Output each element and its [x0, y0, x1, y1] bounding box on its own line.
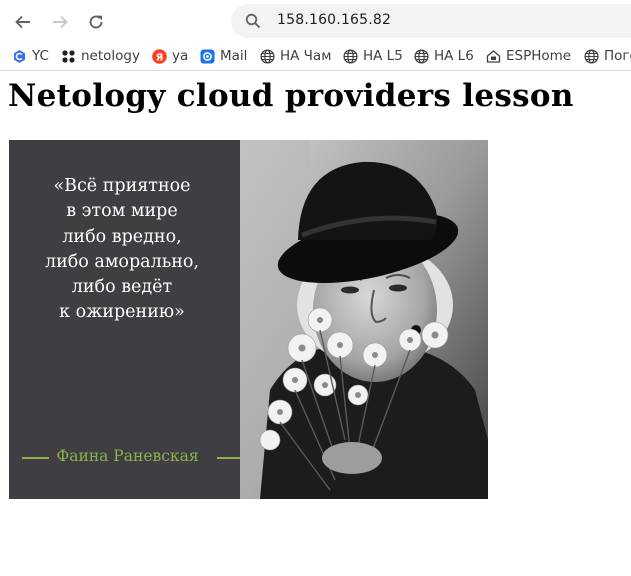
quote-line: либо ведёт [71, 277, 173, 298]
bookmark-label: HA L5 [363, 48, 403, 64]
bookmark-ya[interactable]: Я ya [152, 47, 188, 65]
globe-icon [584, 48, 599, 64]
bookmark-label: ya [172, 48, 189, 64]
back-button[interactable] [10, 9, 36, 35]
portrait-photo [240, 140, 488, 499]
bookmark-label: ESPHome [506, 48, 572, 64]
quote-line: в этом мире [66, 201, 178, 222]
reload-button[interactable] [83, 9, 109, 35]
bookmark-pogoda[interactable]: Пого [584, 47, 631, 65]
bookmark-label: YC [32, 48, 49, 64]
address-bar[interactable]: 158.160.165.82 [231, 4, 631, 38]
bookmark-label: Mail [220, 48, 248, 64]
quote-line: либо вредно, [62, 226, 182, 247]
quote-image: «Всё приятное в этом мире либо вредно, л… [9, 140, 488, 499]
bookmark-label: HA Чам [280, 48, 332, 64]
yc-icon [14, 49, 25, 63]
bookmark-label: netology [81, 48, 140, 64]
url-text[interactable]: 158.160.165.82 [277, 12, 391, 28]
author-name: Фаина Раневская [56, 447, 199, 465]
page-title: Netology cloud providers lesson [8, 78, 574, 114]
quote-line: «Всё приятное [53, 176, 191, 196]
bookmark-netology[interactable]: netology [61, 47, 140, 65]
arrow-left-icon [15, 15, 30, 29]
yandex-icon: Я [152, 48, 167, 64]
globe-icon [414, 48, 429, 64]
author-row: Фаина Раневская [20, 447, 244, 467]
bookmark-ha-l5[interactable]: HA L5 [343, 47, 403, 65]
quote-line: к ожирению» [59, 302, 185, 323]
globe-icon [343, 48, 358, 64]
reload-icon [89, 15, 103, 29]
browser-toolbar: 158.160.165.82 [0, 0, 631, 42]
bookmark-mail[interactable]: Mail [200, 47, 247, 65]
bookmark-esphome[interactable]: ESPHome [486, 47, 571, 65]
bookmark-label: Пого [604, 48, 631, 64]
netology-icon [62, 49, 75, 63]
svg-text:Я: Я [156, 52, 164, 63]
esphome-icon [486, 49, 501, 63]
mail-icon [200, 49, 215, 63]
search-icon [245, 13, 261, 29]
bookmark-yc[interactable]: YC [12, 47, 49, 65]
globe-icon [260, 48, 275, 64]
quote-text: «Всё приятное в этом мире либо вредно, л… [9, 174, 235, 326]
arrow-right-icon [53, 15, 68, 29]
bookmarks-bar: YC netology Я ya Mail HA Чам HA L5 HA L6… [0, 42, 631, 71]
bookmark-ha-cham[interactable]: HA Чам [260, 47, 331, 65]
quote-line: либо аморально, [44, 251, 200, 272]
forward-button[interactable] [47, 9, 73, 35]
bookmark-ha-l6[interactable]: HA L6 [414, 47, 474, 65]
bookmark-label: HA L6 [434, 48, 474, 64]
